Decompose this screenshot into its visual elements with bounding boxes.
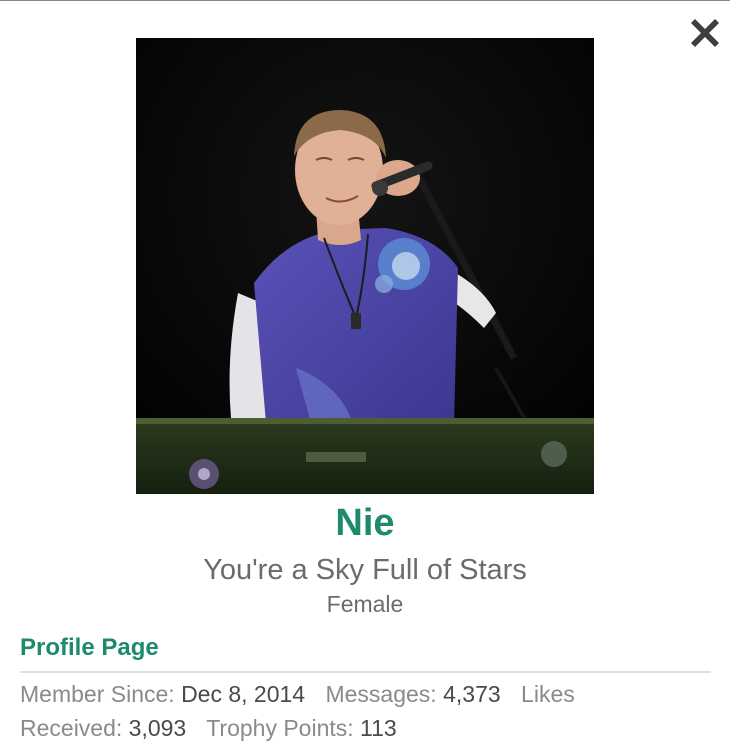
- likes-label: Likes: [521, 681, 575, 707]
- profile-popup: Nie You're a Sky Full of Stars Female Pr…: [0, 0, 730, 750]
- avatar[interactable]: [136, 38, 594, 494]
- profile-page-link[interactable]: Profile Page: [20, 631, 159, 665]
- messages-value: 4,373: [443, 681, 501, 707]
- member-since-value: Dec 8, 2014: [181, 681, 306, 707]
- username: Nie: [335, 502, 395, 544]
- member-stats: Member Since: Dec 8, 2014 Messages: 4,37…: [20, 677, 720, 745]
- profile-photo: [136, 38, 594, 494]
- user-title: You're a Sky Full of Stars: [203, 554, 527, 586]
- trophy-points-value: 113: [360, 715, 397, 741]
- likes-value: 3,093: [128, 715, 187, 741]
- close-button[interactable]: [688, 15, 722, 49]
- close-icon: [691, 19, 719, 47]
- messages-label: Messages:: [325, 681, 437, 707]
- member-since-label: Member Since:: [20, 681, 175, 707]
- likes-received-label: Received:: [20, 715, 123, 741]
- trophy-points-label: Trophy Points:: [206, 715, 354, 741]
- gender-text: Female: [326, 591, 404, 617]
- divider: [20, 671, 711, 673]
